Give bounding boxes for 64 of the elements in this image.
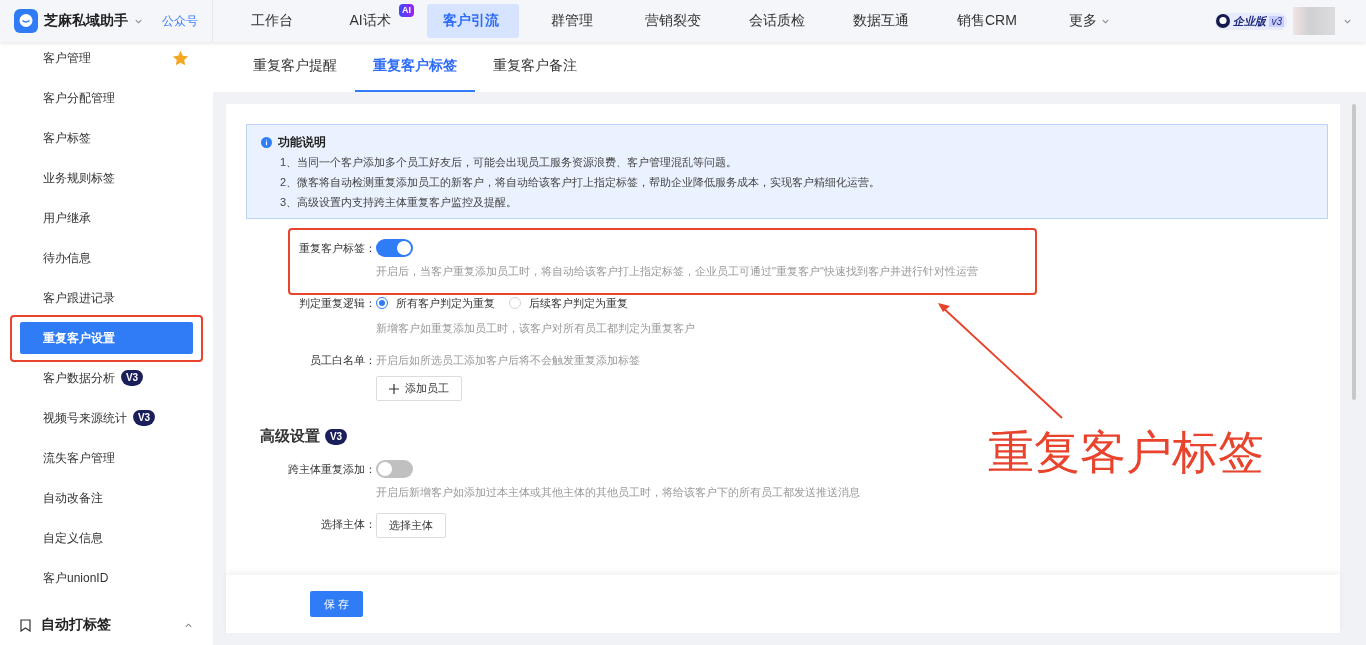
section-title: 高级设置	[260, 427, 320, 446]
sidebar-item[interactable]: 重复客户设置	[20, 322, 193, 354]
notice-text: 2、微客将自动检测重复添加员工的新客户，将自动给该客户打上指定标签，帮助企业降低服务成本，实现客户精细化运营。	[279, 175, 882, 190]
sidebar-item[interactable]: 视频号来源统计 V3	[20, 402, 193, 434]
sidebar-item[interactable]: 客户标签	[20, 122, 193, 154]
annotation-text: 重复客户标签	[988, 425, 1264, 480]
field-label: 重复客户标签：	[298, 241, 376, 256]
v3-badge: V3	[121, 370, 143, 386]
hint-text: 开启后，当客户重复添加员工时，将自动给该客户打上指定标签，企业员工可通过"重复客户"快速找到客户并进行针对性运营	[376, 264, 978, 279]
sidebar-item[interactable]: 自定义信息	[20, 522, 193, 554]
notice-title: 功能说明	[278, 134, 326, 151]
field-label: 员工白名单：	[309, 353, 376, 368]
nav-tab[interactable]: 会话质检	[733, 4, 825, 38]
nav-tab[interactable]: 数据互通	[837, 4, 929, 38]
sidebar-item[interactable]: 客户分配管理	[20, 82, 193, 114]
account-link[interactable]: 公众号	[162, 12, 198, 30]
radio-option[interactable]: 后续客户判定为重复	[509, 295, 628, 311]
v3-badge: V3	[133, 410, 155, 426]
tab[interactable]: 重复客户提醒	[235, 42, 355, 92]
chevron-icon[interactable]	[184, 620, 193, 630]
v3-badge: V3	[325, 428, 347, 445]
tab[interactable]: 重复客户标签	[355, 42, 475, 92]
nav-tab[interactable]: AI话术 AI	[329, 4, 415, 38]
sidebar-item[interactable]: 客户数据分析 V3	[20, 362, 193, 394]
sidebar-item[interactable]: 流失客户管理	[20, 442, 193, 474]
nav-tab[interactable]: 群管理	[531, 4, 617, 38]
ai-badge: AI	[399, 4, 414, 17]
field-label: 选择主体：	[320, 517, 376, 532]
sidebar-item[interactable]: 客户unionID	[20, 562, 193, 594]
nav-tab[interactable]: 销售CRM	[941, 4, 1037, 38]
field-label: 判定重复逻辑：	[298, 296, 376, 311]
toggle-switch[interactable]	[376, 239, 413, 257]
tab[interactable]: 重复客户备注	[475, 42, 595, 92]
notice-text: 1、当同一个客户添加多个员工好友后，可能会出现员工服务资源浪费、客户管理混乱等问题。	[279, 155, 739, 170]
nav-tab[interactable]: 工作台	[231, 4, 317, 38]
logo-icon	[14, 9, 38, 33]
toggle-switch[interactable]	[376, 460, 413, 478]
bookmark-icon	[20, 618, 31, 632]
hint-text: 开启后如所选员工添加客户后将不会触发重复添加标签	[376, 353, 640, 368]
sidebar-item[interactable]: 自动改备注	[20, 482, 193, 514]
save-button[interactable]: 保 存	[310, 591, 364, 617]
star-icon[interactable]	[172, 49, 189, 67]
sidebar-group[interactable]: 自动打标签	[41, 616, 174, 634]
sidebar-item[interactable]: 客户跟进记录	[20, 282, 193, 314]
sidebar-item[interactable]: 用户继承	[20, 202, 193, 234]
sidebar-item[interactable]: 客户管理	[20, 42, 193, 74]
sidebar-item[interactable]: 业务规则标签	[20, 162, 193, 194]
sidebar-item[interactable]: 待办信息	[20, 242, 193, 274]
nav-tab[interactable]: 客户引流	[427, 4, 519, 38]
hint-text: 开启后新增客户如添加过本主体或其他主体的其他员工时，将给该客户下的所有员工都发送推送消息	[376, 485, 860, 500]
edition-icon	[1216, 14, 1231, 28]
hint-text: 新增客户如重复添加员工时，该客户对所有员工都判定为重复客户	[376, 321, 695, 336]
nav-tab[interactable]: 更多	[1048, 4, 1135, 38]
select-button[interactable]: 选择主体	[376, 513, 446, 538]
radio-option[interactable]: 所有客户判定为重复	[376, 295, 495, 311]
app-name: 芝麻私域助手	[44, 12, 128, 30]
add-staff-button[interactable]: 添加员工	[376, 376, 462, 401]
nav-tab[interactable]: 营销裂变	[629, 4, 721, 38]
scrollbar-thumb[interactable]	[1352, 104, 1356, 400]
notice-text: 3、高级设置内支持跨主体重复客户监控及提醒。	[279, 195, 519, 210]
info-icon	[261, 137, 272, 148]
edition-badge: 企业版 v3	[1215, 12, 1287, 30]
plus-icon	[389, 383, 399, 394]
field-label: 跨主体重复添加：	[287, 462, 376, 477]
